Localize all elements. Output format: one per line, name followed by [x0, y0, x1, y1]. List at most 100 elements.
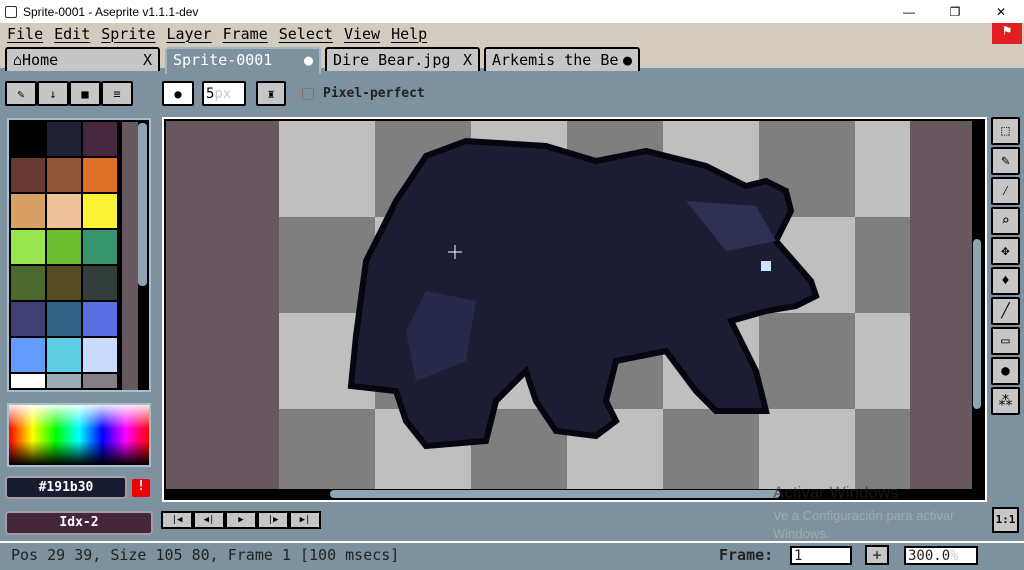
- palette-swatch[interactable]: [11, 194, 45, 228]
- palette-swatch[interactable]: [83, 158, 117, 192]
- eraser-palette-icon[interactable]: ✎: [5, 81, 37, 106]
- tab-arkemis[interactable]: Arkemis the Be ●: [484, 47, 640, 71]
- palette-scrollbar[interactable]: [138, 123, 147, 286]
- zoom-input[interactable]: 300.0%: [904, 546, 978, 565]
- checker-tile: [279, 409, 375, 489]
- line-icon[interactable]: ╱: [991, 297, 1020, 325]
- rectangular-marquee-icon[interactable]: ⬚: [991, 117, 1020, 145]
- options-menu-icon[interactable]: ≡: [101, 81, 133, 106]
- sort-down-icon[interactable]: ↓: [37, 81, 69, 106]
- palette-swatch[interactable]: [83, 122, 117, 156]
- maximize-button[interactable]: ❐: [932, 0, 978, 23]
- aseprite-app-icon: [5, 5, 17, 18]
- next-frame-button[interactable]: |▶: [257, 511, 289, 529]
- checker-tile: [663, 409, 759, 489]
- close-button[interactable]: ✕: [978, 0, 1024, 23]
- checker-tile: [279, 121, 375, 217]
- first-frame-button[interactable]: |◀: [161, 511, 193, 529]
- menu-file[interactable]: File: [7, 25, 43, 43]
- last-frame-button[interactable]: ▶|: [289, 511, 321, 529]
- tab-bar: ⌂Home X Sprite-0001 ● Dire Bear.jpg X Arkem…: [0, 44, 1024, 74]
- checker-tile: [855, 121, 910, 217]
- add-frame-button[interactable]: +: [865, 545, 889, 565]
- menu-bar: File Edit Sprite Layer Frame Select View…: [0, 23, 1024, 44]
- modified-dot-icon[interactable]: ●: [304, 51, 313, 72]
- move-icon[interactable]: ✥: [991, 237, 1020, 265]
- color-hex-field[interactable]: #191b30: [5, 476, 127, 499]
- brush-type-circle-icon[interactable]: ●: [162, 81, 194, 106]
- pencil-icon[interactable]: ✎: [991, 147, 1020, 175]
- title-bar: Sprite-0001 - Aseprite v1.1.1-dev — ❐ ✕: [0, 0, 1024, 23]
- pixel-perfect-checkbox[interactable]: Pixel-perfect: [302, 86, 425, 101]
- sprite-editor[interactable]: [162, 117, 987, 502]
- palette-scroll-track[interactable]: [122, 122, 138, 390]
- zoom-one-to-one-button[interactable]: 1:1: [992, 507, 1019, 533]
- palette-swatch[interactable]: [83, 194, 117, 228]
- activation-watermark-title: Activar Windows: [773, 483, 899, 502]
- sprite-canvas[interactable]: [166, 121, 972, 489]
- tab-home[interactable]: ⌂Home X: [5, 47, 160, 71]
- menu-frame[interactable]: Frame: [223, 25, 268, 43]
- editor-horizontal-scrollbar[interactable]: [330, 490, 780, 498]
- rectangle-icon[interactable]: ▭: [991, 327, 1020, 355]
- palette-swatch[interactable]: [11, 338, 45, 372]
- window-title: Sprite-0001 - Aseprite v1.1.1-dev: [23, 4, 199, 19]
- color-spectrum[interactable]: [7, 403, 151, 467]
- menu-edit[interactable]: Edit: [54, 25, 90, 43]
- palette-grid: [7, 118, 151, 392]
- palette-swatch[interactable]: [83, 230, 117, 264]
- frame-input[interactable]: 1: [790, 546, 852, 565]
- menu-view[interactable]: View: [344, 25, 380, 43]
- palette-swatch[interactable]: [47, 266, 81, 300]
- eyedropper-icon[interactable]: ⁄: [991, 177, 1020, 205]
- menu-sprite[interactable]: Sprite: [101, 25, 155, 43]
- bear-sprite: [347, 137, 820, 450]
- zoom-icon[interactable]: ⌕: [991, 207, 1020, 235]
- color-index-field[interactable]: Idx-2: [5, 511, 153, 535]
- palette-swatch[interactable]: [11, 158, 45, 192]
- contour-icon[interactable]: ●: [991, 357, 1020, 385]
- palette-swatch[interactable]: [11, 122, 45, 156]
- palette-swatch[interactable]: [83, 266, 117, 300]
- tab-close-icon[interactable]: X: [463, 51, 472, 69]
- palette-swatch[interactable]: [47, 122, 81, 156]
- palette-swatch[interactable]: [47, 338, 81, 372]
- status-bar: Pos 29 39, Size 105 80, Frame 1 [100 mse…: [0, 541, 1024, 570]
- checker-tile: [759, 313, 855, 409]
- status-text: Pos 29 39, Size 105 80, Frame 1 [100 mse…: [11, 546, 400, 564]
- editor-vertical-scrollbar[interactable]: [973, 239, 981, 409]
- palette-swatch[interactable]: [47, 158, 81, 192]
- palette-swatch[interactable]: [47, 374, 81, 388]
- minimize-button[interactable]: —: [886, 0, 932, 23]
- tools-panel: ⬚ ✎ ⁄ ⌕ ✥ ♦ ╱ ▭ ● ⁂: [991, 117, 1022, 417]
- spray-icon[interactable]: ⁂: [991, 387, 1020, 415]
- news-flag-icon[interactable]: ⚑: [992, 23, 1022, 44]
- menu-help[interactable]: Help: [391, 25, 427, 43]
- checker-tile: [855, 409, 910, 489]
- tab-sprite-0001[interactable]: Sprite-0001 ●: [165, 47, 321, 74]
- checker-tile: [855, 217, 910, 313]
- palette-swatch[interactable]: [47, 302, 81, 336]
- palette-swatch[interactable]: [11, 374, 45, 388]
- palette-swatch[interactable]: [83, 374, 117, 388]
- previous-frame-button[interactable]: ◀|: [193, 511, 225, 529]
- ink-type-icon[interactable]: ♜: [256, 81, 286, 106]
- palette-swatch[interactable]: [47, 230, 81, 264]
- palette-swatch[interactable]: [11, 230, 45, 264]
- palette-swatch[interactable]: [11, 266, 45, 300]
- palette-swatch[interactable]: [83, 338, 117, 372]
- tab-dire-bear[interactable]: Dire Bear.jpg X: [325, 47, 480, 71]
- play-button[interactable]: ▶: [225, 511, 257, 529]
- modified-dot-icon[interactable]: ●: [623, 51, 632, 69]
- palette-swatch[interactable]: [83, 302, 117, 336]
- checker-tile: [759, 409, 855, 489]
- menu-select[interactable]: Select: [279, 25, 333, 43]
- menu-layer[interactable]: Layer: [166, 25, 211, 43]
- preset-folder-icon[interactable]: ■: [69, 81, 101, 106]
- palette-swatch[interactable]: [47, 194, 81, 228]
- tab-close-icon[interactable]: X: [143, 51, 152, 69]
- brush-size-input[interactable]: 5 px: [202, 81, 246, 106]
- warning-icon[interactable]: !: [132, 479, 150, 497]
- palette-swatch[interactable]: [11, 302, 45, 336]
- paint-bucket-icon[interactable]: ♦: [991, 267, 1020, 295]
